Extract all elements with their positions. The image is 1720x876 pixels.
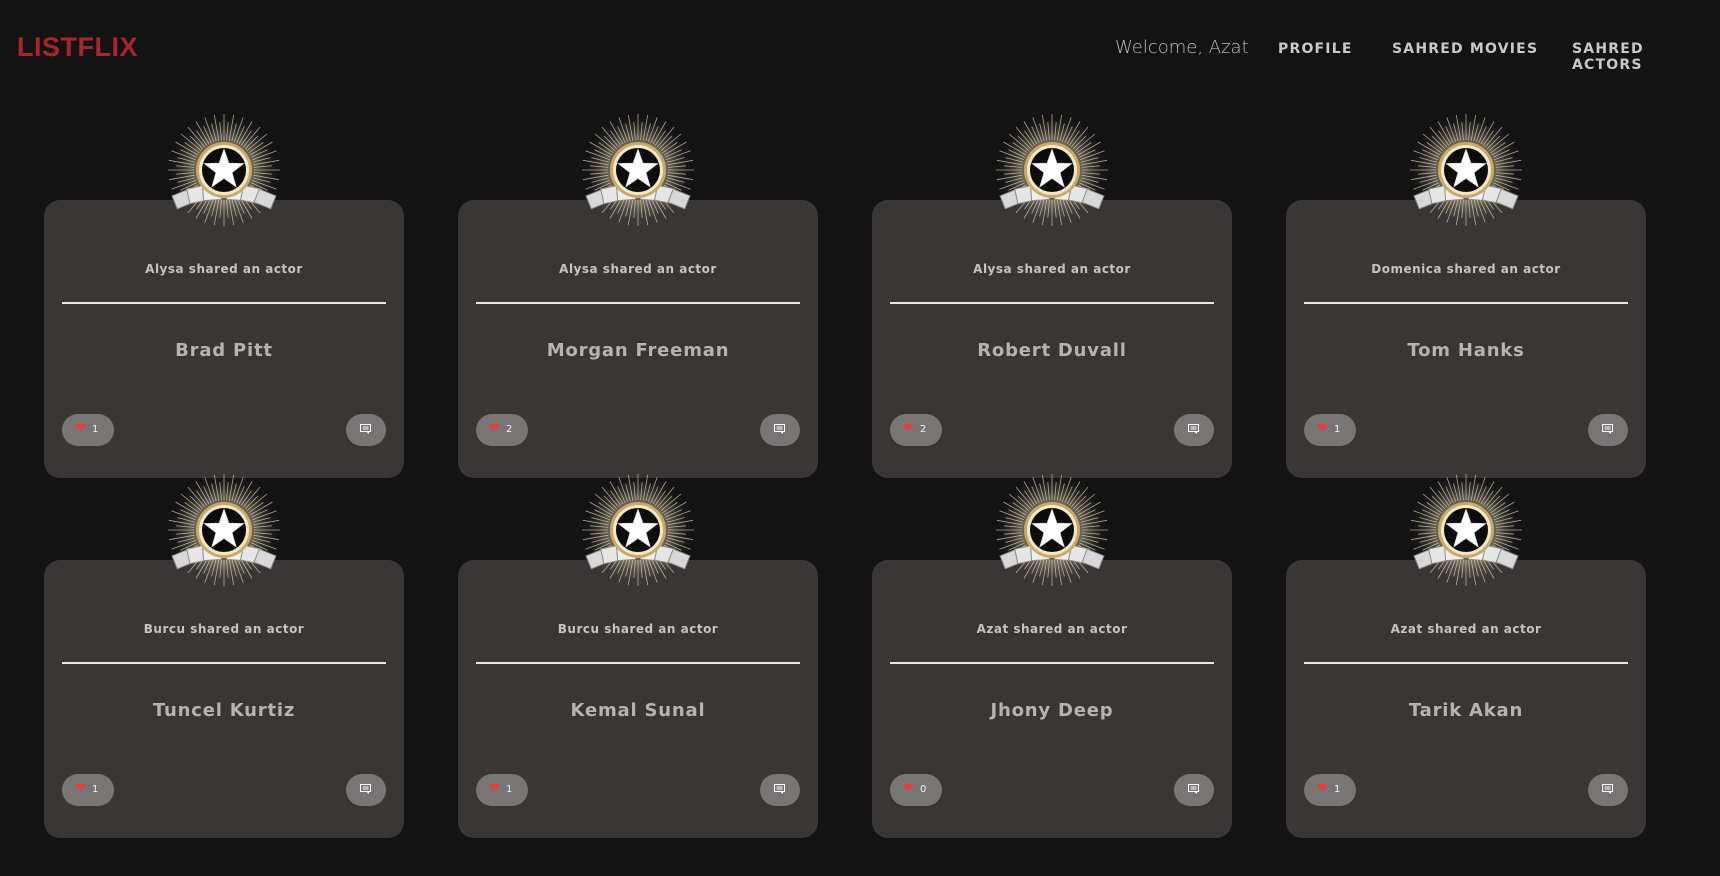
actor-card[interactable]: Alysa shared an actor Brad Pitt ❤ 1 [44,200,404,478]
card-divider [62,662,386,664]
comment-icon [1188,784,1199,794]
comment-icon [774,424,785,434]
card-divider [62,302,386,304]
card-divider [890,662,1214,664]
like-button[interactable]: ❤ 1 [1304,774,1356,806]
like-button[interactable]: ❤ 2 [476,414,528,446]
card-shared-by-caption: Azat shared an actor [976,622,1128,636]
comment-button[interactable] [346,774,386,806]
comment-button[interactable] [760,774,800,806]
comment-icon [360,784,371,794]
like-button[interactable]: ❤ 1 [62,774,114,806]
like-count: 2 [506,424,513,435]
like-button[interactable]: ❤ 1 [1304,414,1356,446]
comment-icon [1602,784,1613,794]
card-shared-by-caption: Alysa shared an actor [973,262,1131,276]
star-award-badge-icon [582,474,694,586]
like-count: 1 [92,424,99,435]
star-award-badge-icon [1410,474,1522,586]
welcome-text: Welcome, Azat [1115,37,1249,58]
actor-card[interactable]: Burcu shared an actor Kemal Sunal ❤ 1 [458,560,818,838]
comment-button[interactable] [1588,774,1628,806]
card-shared-by-caption: Alysa shared an actor [145,262,303,276]
actor-name: Kemal Sunal [570,700,706,721]
card-shared-by-caption: Azat shared an actor [1390,622,1542,636]
comment-button[interactable] [1174,414,1214,446]
comment-icon [1188,424,1199,434]
card-divider [1304,662,1628,664]
actor-name: Jhony Deep [990,700,1114,721]
card-shared-by-caption: Burcu shared an actor [557,622,719,636]
nav-link-shared-movies[interactable]: SAHRED MOVIES [1392,41,1538,57]
top-navbar: LISTFLIX Welcome, Azat PROFILE SAHRED MO… [0,0,1720,96]
card-divider [1304,302,1628,304]
like-button[interactable]: ❤ 0 [890,774,942,806]
heart-icon: ❤ [1317,421,1328,436]
comment-icon [1602,424,1613,434]
actor-card[interactable]: Azat shared an actor Jhony Deep ❤ 0 [872,560,1232,838]
heart-icon: ❤ [75,781,86,796]
nav-link-profile[interactable]: PROFILE [1278,41,1353,57]
card-divider [476,662,800,664]
card-shared-by-caption: Burcu shared an actor [143,622,305,636]
star-award-badge-icon [168,114,280,226]
star-award-badge-icon [1410,114,1522,226]
like-count: 1 [1334,784,1341,795]
comment-button[interactable] [1174,774,1214,806]
heart-icon: ❤ [489,421,500,436]
actor-name: Robert Duvall [977,340,1127,361]
card-divider [476,302,800,304]
like-count: 1 [506,784,513,795]
heart-icon: ❤ [489,781,500,796]
star-award-badge-icon [168,474,280,586]
actor-card[interactable]: Domenica shared an actor Tom Hanks ❤ 1 [1286,200,1646,478]
heart-icon: ❤ [75,421,86,436]
heart-icon: ❤ [903,781,914,796]
actor-card[interactable]: Azat shared an actor Tarik Akan ❤ 1 [1286,560,1646,838]
like-count: 1 [1334,424,1341,435]
actor-name: Tarik Akan [1408,700,1524,721]
actor-card[interactable]: Alysa shared an actor Robert Duvall ❤ 2 [872,200,1232,478]
card-shared-by-caption: Alysa shared an actor [559,262,717,276]
comment-button[interactable] [1588,414,1628,446]
card-divider [890,302,1214,304]
comment-icon [360,424,371,434]
card-shared-by-caption: Domenica shared an actor [1371,262,1561,276]
comment-icon [774,784,785,794]
star-award-badge-icon [996,114,1108,226]
star-award-badge-icon [996,474,1108,586]
actor-card[interactable]: Burcu shared an actor Tuncel Kurtiz ❤ 1 [44,560,404,838]
like-count: 2 [920,424,927,435]
like-count: 1 [92,784,99,795]
like-button[interactable]: ❤ 1 [476,774,528,806]
heart-icon: ❤ [1317,781,1328,796]
like-button[interactable]: ❤ 2 [890,414,942,446]
heart-icon: ❤ [903,421,914,436]
app-logo[interactable]: LISTFLIX [17,32,138,63]
actor-name: Brad Pitt [175,340,273,361]
actor-name: Morgan Freeman [546,340,730,361]
actor-name: Tom Hanks [1407,340,1525,361]
like-count: 0 [920,784,927,795]
like-button[interactable]: ❤ 1 [62,414,114,446]
nav-link-shared-actors[interactable]: SAHRED ACTORS [1572,41,1720,73]
actor-name: Tuncel Kurtiz [152,700,296,721]
actor-card[interactable]: Alysa shared an actor Morgan Freeman ❤ 2 [458,200,818,478]
star-award-badge-icon [582,114,694,226]
comment-button[interactable] [760,414,800,446]
comment-button[interactable] [346,414,386,446]
